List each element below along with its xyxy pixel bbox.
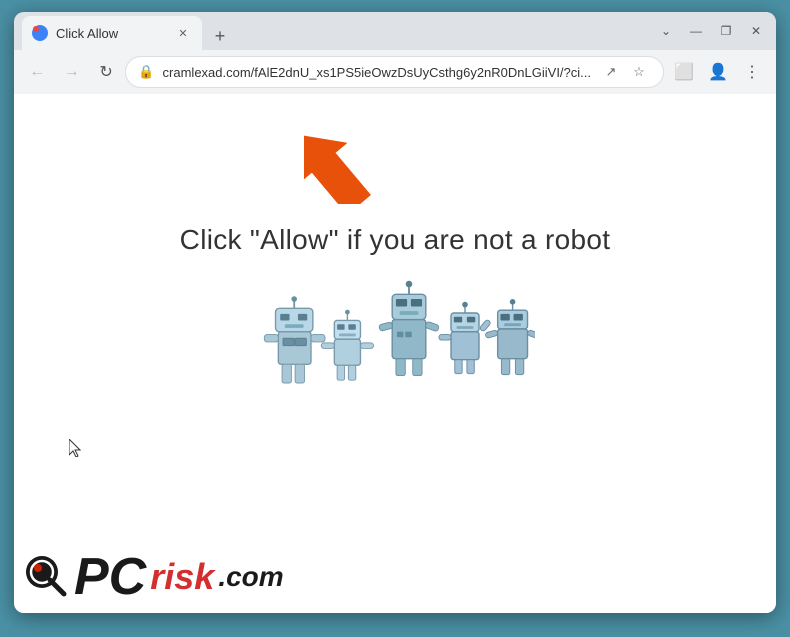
url-text: cramlexad.com/fAlE2dnU_xs1PS5ieOwzDsUyCs… — [163, 65, 591, 80]
watermark-com: .com — [218, 563, 283, 591]
forward-button[interactable]: → — [56, 56, 86, 88]
nav-bar: ← → ↻ 🔒 cramlexad.com/fAlE2dnU_xs1PS5ieO… — [14, 50, 776, 94]
tab-title: Click Allow — [56, 26, 166, 41]
profile-button[interactable]: 👤 — [702, 56, 734, 88]
tab-close-button[interactable]: ✕ — [174, 24, 192, 42]
watermark-pc: PC — [74, 551, 146, 603]
main-content-text: Click "Allow" if you are not a robot — [180, 224, 611, 256]
back-button[interactable]: ← — [22, 56, 52, 88]
minimize-button[interactable]: — — [684, 19, 708, 43]
pcrisk-logo-icon — [24, 554, 70, 600]
refresh-button[interactable]: ↻ — [91, 56, 121, 88]
title-bar: Click Allow ✕ + ⌄ — ❐ ✕ — [14, 12, 776, 50]
bookmark-icon[interactable]: ☆ — [627, 60, 651, 84]
lock-icon: 🔒 — [138, 64, 154, 80]
arrow-container — [304, 104, 394, 209]
robots-svg — [255, 276, 535, 406]
extensions-button[interactable]: ⬜ — [668, 56, 700, 88]
watermark: PC risk .com — [24, 551, 284, 603]
share-icon[interactable]: ↗ — [599, 60, 623, 84]
robots-illustration — [255, 276, 535, 406]
cursor-icon — [69, 439, 81, 457]
maximize-button[interactable]: ❐ — [714, 19, 738, 43]
address-bar[interactable]: 🔒 cramlexad.com/fAlE2dnU_xs1PS5ieOwzDsUy… — [125, 56, 664, 88]
tab-favicon — [32, 25, 48, 41]
tab-menu-button[interactable]: ⌄ — [654, 19, 678, 43]
watermark-risk: risk — [150, 559, 214, 595]
window-controls: ⌄ — ❐ ✕ — [654, 19, 768, 43]
address-bar-icons: ↗ ☆ — [599, 60, 651, 84]
content-area: Click "Allow" if you are not a robot — [14, 94, 776, 613]
new-tab-button[interactable]: + — [206, 22, 234, 50]
active-tab[interactable]: Click Allow ✕ — [22, 16, 202, 50]
browser-window: Click Allow ✕ + ⌄ — ❐ ✕ ← → ↻ 🔒 cramlexa… — [14, 12, 776, 613]
close-button[interactable]: ✕ — [744, 19, 768, 43]
tabs-area: Click Allow ✕ + — [22, 12, 654, 50]
menu-button[interactable]: ⋮ — [736, 56, 768, 88]
arrow-icon — [304, 104, 394, 204]
nav-right-icons: ⬜ 👤 ⋮ — [668, 56, 768, 88]
